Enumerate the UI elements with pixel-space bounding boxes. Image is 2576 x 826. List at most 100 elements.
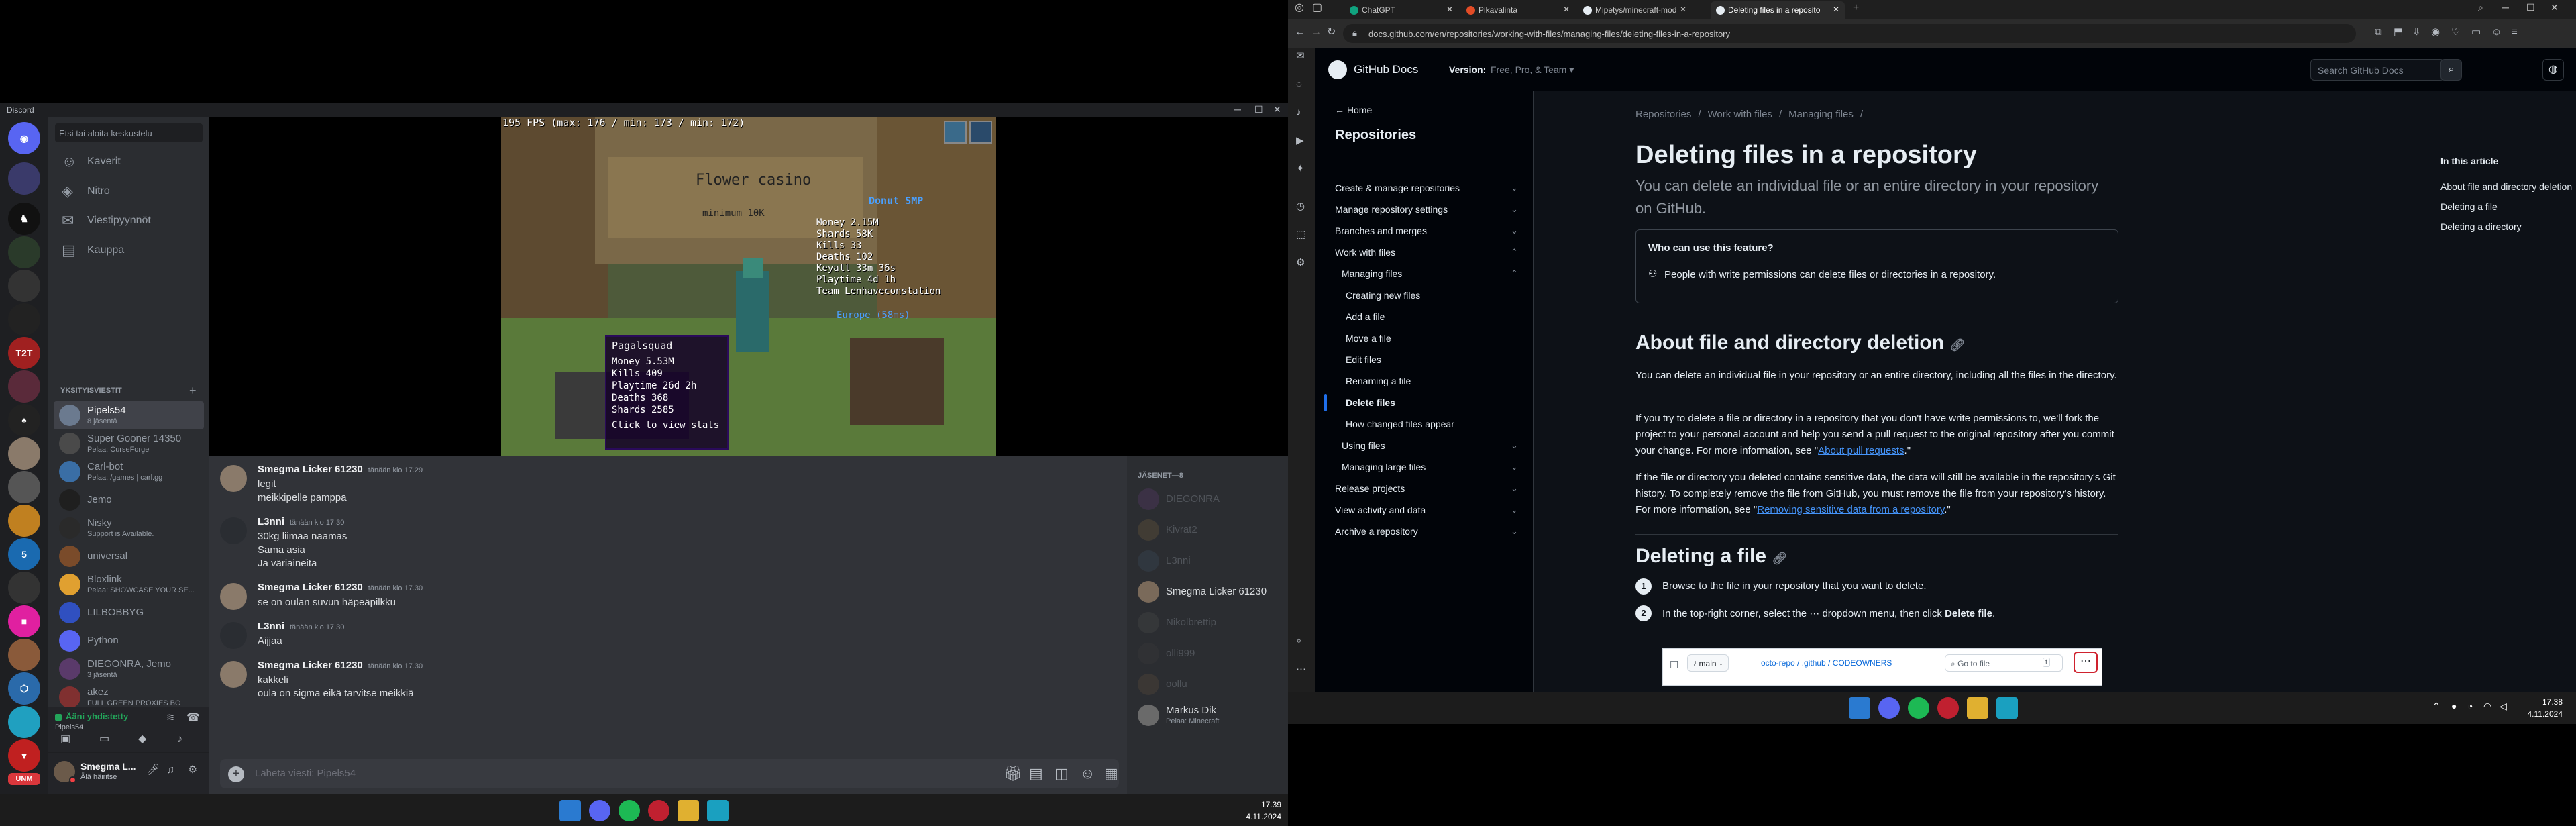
file-explorer-icon[interactable]: [678, 800, 699, 821]
url-field[interactable]: 🔒︎ docs.github.com/en/repositories/worki…: [1343, 24, 2356, 43]
messenger-icon[interactable]: ✉: [1296, 51, 1305, 61]
server-icon[interactable]: [8, 370, 40, 403]
github-logo-icon[interactable]: [1328, 60, 1347, 79]
download-icon[interactable]: ⇩: [2412, 27, 2421, 37]
headphones-icon[interactable]: ♫: [166, 765, 174, 776]
dm-item[interactable]: Jemo: [54, 486, 204, 514]
pin-icon[interactable]: ⌖: [1296, 636, 1301, 646]
message-author[interactable]: L3nni: [258, 621, 284, 632]
server-icon[interactable]: ■: [8, 605, 40, 637]
nav-item-3[interactable]: ▤ Kauppa: [54, 236, 204, 264]
discord-home-icon[interactable]: ◉: [8, 122, 40, 154]
dm-item[interactable]: Carl-bot Pelaa: /games | carl.gg: [54, 458, 204, 486]
sticker-icon[interactable]: ◫: [1055, 766, 1069, 781]
avatar[interactable]: [220, 465, 247, 492]
sidebar-item[interactable]: Work with files ⌃: [1335, 247, 1518, 258]
settings-gear-icon[interactable]: ⚙: [188, 765, 197, 776]
sidebar-item[interactable]: View activity and data ⌄: [1335, 505, 1518, 515]
docs-search-input[interactable]: Search GitHub Docs: [2310, 59, 2445, 81]
disconnect-icon[interactable]: ☎: [186, 713, 200, 723]
server-icon[interactable]: [8, 236, 40, 268]
dm-item[interactable]: Pipels54 8 jäsentä: [54, 401, 204, 429]
dm-item[interactable]: Bloxlink Pelaa: SHOWCASE YOUR SE...: [54, 570, 204, 599]
microphone-icon[interactable]: ●: [2451, 701, 2457, 711]
sidebar-item[interactable]: Move a file: [1346, 333, 1391, 344]
about-pull-requests-link[interactable]: About pull requests: [1818, 445, 1904, 456]
server-icon[interactable]: ⬡: [8, 672, 40, 705]
spotify-app-icon[interactable]: [1908, 697, 1929, 719]
sidebar-item[interactable]: Edit files: [1346, 354, 1381, 365]
link-icon[interactable]: 🔗︎: [1949, 338, 1965, 352]
apps-icon[interactable]: ▦: [1104, 766, 1118, 781]
removing-sensitive-data-link[interactable]: Removing sensitive data from a repositor…: [1757, 504, 1944, 515]
sidebar-item[interactable]: Add a file: [1346, 311, 1385, 322]
whatsapp-icon[interactable]: ◌: [1296, 79, 1302, 89]
screenshot-icon[interactable]: ⧉: [2375, 27, 2382, 37]
sidebar-item[interactable]: Renaming a file: [1346, 376, 1411, 386]
microphone-icon[interactable]: 🎤︎: [146, 765, 160, 776]
activities-icon[interactable]: ◆: [138, 734, 146, 745]
server-icon[interactable]: ♠: [8, 404, 40, 436]
ai-icon[interactable]: ✦: [1296, 164, 1305, 174]
settings-gear-icon[interactable]: ⚙: [1296, 258, 1305, 268]
tab-3[interactable]: Deleting files in a reposito ✕: [1711, 1, 1845, 19]
server-icon[interactable]: [8, 572, 40, 604]
server-icon[interactable]: [8, 162, 40, 195]
opera-app-icon[interactable]: [1937, 697, 1959, 719]
maximize-icon[interactable]: ☐: [2526, 3, 2535, 12]
heading-about-deletion[interactable]: About file and directory deletion 🔗︎: [1635, 331, 1965, 354]
version-selector[interactable]: Free, Pro, & Team ▾: [1491, 64, 1574, 76]
server-icon[interactable]: [8, 471, 40, 503]
sidebar-item[interactable]: Archive a repository ⌄: [1335, 526, 1518, 537]
member-item[interactable]: Smegma Licker 61230: [1132, 578, 1283, 606]
extensions-icon[interactable]: ⬒: [2394, 27, 2403, 37]
spotify-app-icon[interactable]: [619, 800, 640, 821]
avatar[interactable]: [220, 583, 247, 610]
link-icon[interactable]: 🔗︎: [1772, 552, 1787, 565]
windows-start-icon[interactable]: [1849, 697, 1870, 719]
member-item[interactable]: DIEGONRA: [1132, 485, 1283, 513]
server-icon[interactable]: ▼: [8, 739, 40, 772]
nav-item-0[interactable]: ☺ Kaverit: [54, 148, 204, 176]
minimize-icon[interactable]: ─: [1234, 104, 1241, 115]
reload-icon[interactable]: ↻: [1327, 27, 1336, 38]
dm-item[interactable]: Nisky Support is Available.: [54, 514, 204, 542]
mic-unmute-badge[interactable]: UNM: [8, 773, 40, 785]
dm-item[interactable]: DIEGONRA, Jemo 3 jäsentä: [54, 655, 204, 683]
member-item[interactable]: Nikolbrettip: [1132, 609, 1283, 637]
search-icon[interactable]: ⌕: [2478, 3, 2483, 12]
dm-item[interactable]: Super Gooner 14350 Pelaa: CurseForge: [54, 429, 204, 458]
server-icon[interactable]: [8, 706, 40, 738]
sidebar-item[interactable]: Create & manage repositories ⌄: [1335, 183, 1518, 193]
maximize-icon[interactable]: ☐: [1254, 104, 1263, 115]
music-icon[interactable]: ♪: [1296, 107, 1301, 117]
screenshare-icon[interactable]: ▭: [99, 734, 109, 745]
screenshare-stream[interactable]: 195 FPS (max: 176 / min: 173 / min: 172)…: [209, 117, 1288, 456]
avatar[interactable]: [220, 517, 247, 544]
server-icon[interactable]: [8, 437, 40, 470]
forward-icon[interactable]: →: [1311, 27, 1322, 38]
sidebar-item[interactable]: Managing files ⌃: [1342, 268, 1518, 279]
opera-app-icon[interactable]: [648, 800, 669, 821]
volume-icon[interactable]: ◁: [2500, 701, 2507, 711]
more-icon[interactable]: ⋯: [1296, 664, 1306, 674]
headset-icon[interactable]: ◔: [2467, 701, 2473, 711]
tab-search-icon[interactable]: ▢: [1312, 3, 1322, 13]
server-icon[interactable]: [8, 270, 40, 302]
toc-item[interactable]: Deleting a file: [2440, 201, 2498, 212]
noise-suppression-icon[interactable]: ≋: [166, 713, 175, 723]
sidebar-item[interactable]: Branches and merges ⌄: [1335, 225, 1518, 236]
close-tab-icon[interactable]: ✕: [1446, 5, 1453, 14]
member-item[interactable]: Markus Dik Pelaa: Minecraft: [1132, 701, 1283, 729]
discord-app-icon[interactable]: [589, 800, 610, 821]
discord-app-icon[interactable]: [1878, 697, 1900, 719]
server-icon[interactable]: ♞: [8, 203, 40, 235]
windows-start-icon[interactable]: [559, 800, 581, 821]
wifi-icon[interactable]: ◠: [2483, 701, 2491, 711]
browser-menu-icon[interactable]: ◎: [1295, 3, 1304, 13]
search-icon[interactable]: ⌕: [2440, 59, 2462, 81]
camera-icon[interactable]: ▣: [60, 734, 70, 745]
avatar[interactable]: [220, 661, 247, 688]
message-input[interactable]: Lähetä viesti: Pipels54: [255, 768, 356, 779]
server-icon[interactable]: T2T: [8, 337, 40, 369]
